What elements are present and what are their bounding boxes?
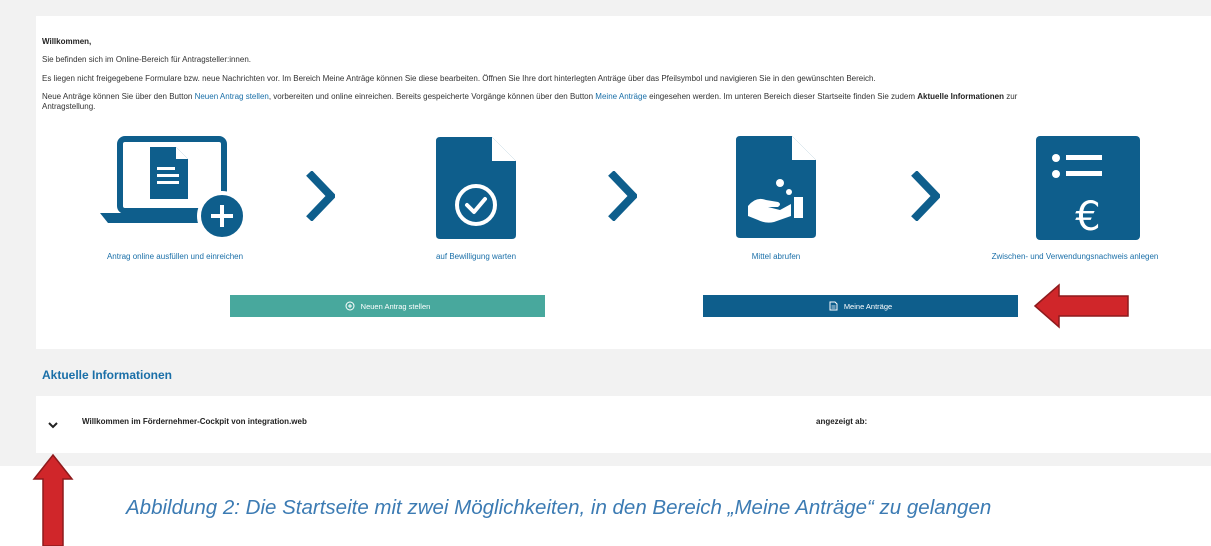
intro-line-2: Es liegen nicht freigegebene Formulare b… (42, 74, 876, 83)
chevron-down-icon[interactable] (47, 422, 59, 430)
step-label-1: Antrag online ausfüllen und einreichen (106, 252, 244, 261)
document-icon (829, 301, 838, 311)
current-info-heading: Aktuelle Informationen (42, 368, 173, 382)
step-label-2: auf Bewilligung warten (435, 252, 517, 261)
para-text: eingesehen werden. Im unteren Bereich di… (646, 92, 918, 101)
news-item-shown-from: angezeigt ab: (816, 417, 868, 426)
chevron-right-icon (306, 171, 335, 221)
intro-line-1: Sie befinden sich im Online-Bereich für … (42, 55, 251, 64)
para-text: zur (1003, 92, 1018, 101)
annotation-arrow-left (1033, 283, 1129, 329)
chevron-right-icon (608, 171, 637, 221)
svg-text:€: € (1075, 194, 1100, 240)
document-check-icon (436, 137, 516, 239)
new-application-button[interactable]: Neuen Antrag stellen (230, 295, 545, 317)
new-application-label: Neuen Antrag stellen (360, 301, 431, 311)
my-applications-link[interactable]: Meine Anträge (595, 92, 647, 101)
document-list-euro-icon: € (1036, 136, 1140, 240)
para-text: Neue Anträge können Sie über den Button (42, 92, 195, 101)
app-screen: Willkommen, Sie befinden sich im Online-… (0, 0, 1211, 466)
welcome-heading: Willkommen, (42, 37, 92, 46)
plus-circle-icon (345, 301, 355, 311)
figure-caption: Abbildung 2: Die Startseite mit zwei Mög… (126, 496, 992, 519)
para-text: , vorbereiten und online einreichen. Ber… (268, 92, 596, 101)
para-text: Antragstellung. (42, 102, 96, 111)
my-applications-label: Meine Anträge (843, 301, 893, 311)
step-label-4: Zwischen- und Verwendungsnachweis anlege… (991, 252, 1159, 261)
chevron-right-icon (911, 171, 940, 221)
step-label-3: Mittel abrufen (751, 252, 801, 261)
laptop-document-add-icon (100, 136, 247, 241)
news-item-title: Willkommen im Fördernehmer-Cockpit von i… (82, 417, 307, 426)
document-hand-coins-icon (736, 136, 816, 238)
annotation-arrow-up (32, 453, 74, 546)
my-applications-button[interactable]: Meine Anträge (703, 295, 1018, 317)
intro-paragraph: Neue Anträge können Sie über den Button … (42, 92, 1162, 112)
para-bold-text: Aktuelle Informationen (917, 92, 1004, 101)
new-application-link[interactable]: Neuen Antrag stellen (195, 92, 269, 101)
